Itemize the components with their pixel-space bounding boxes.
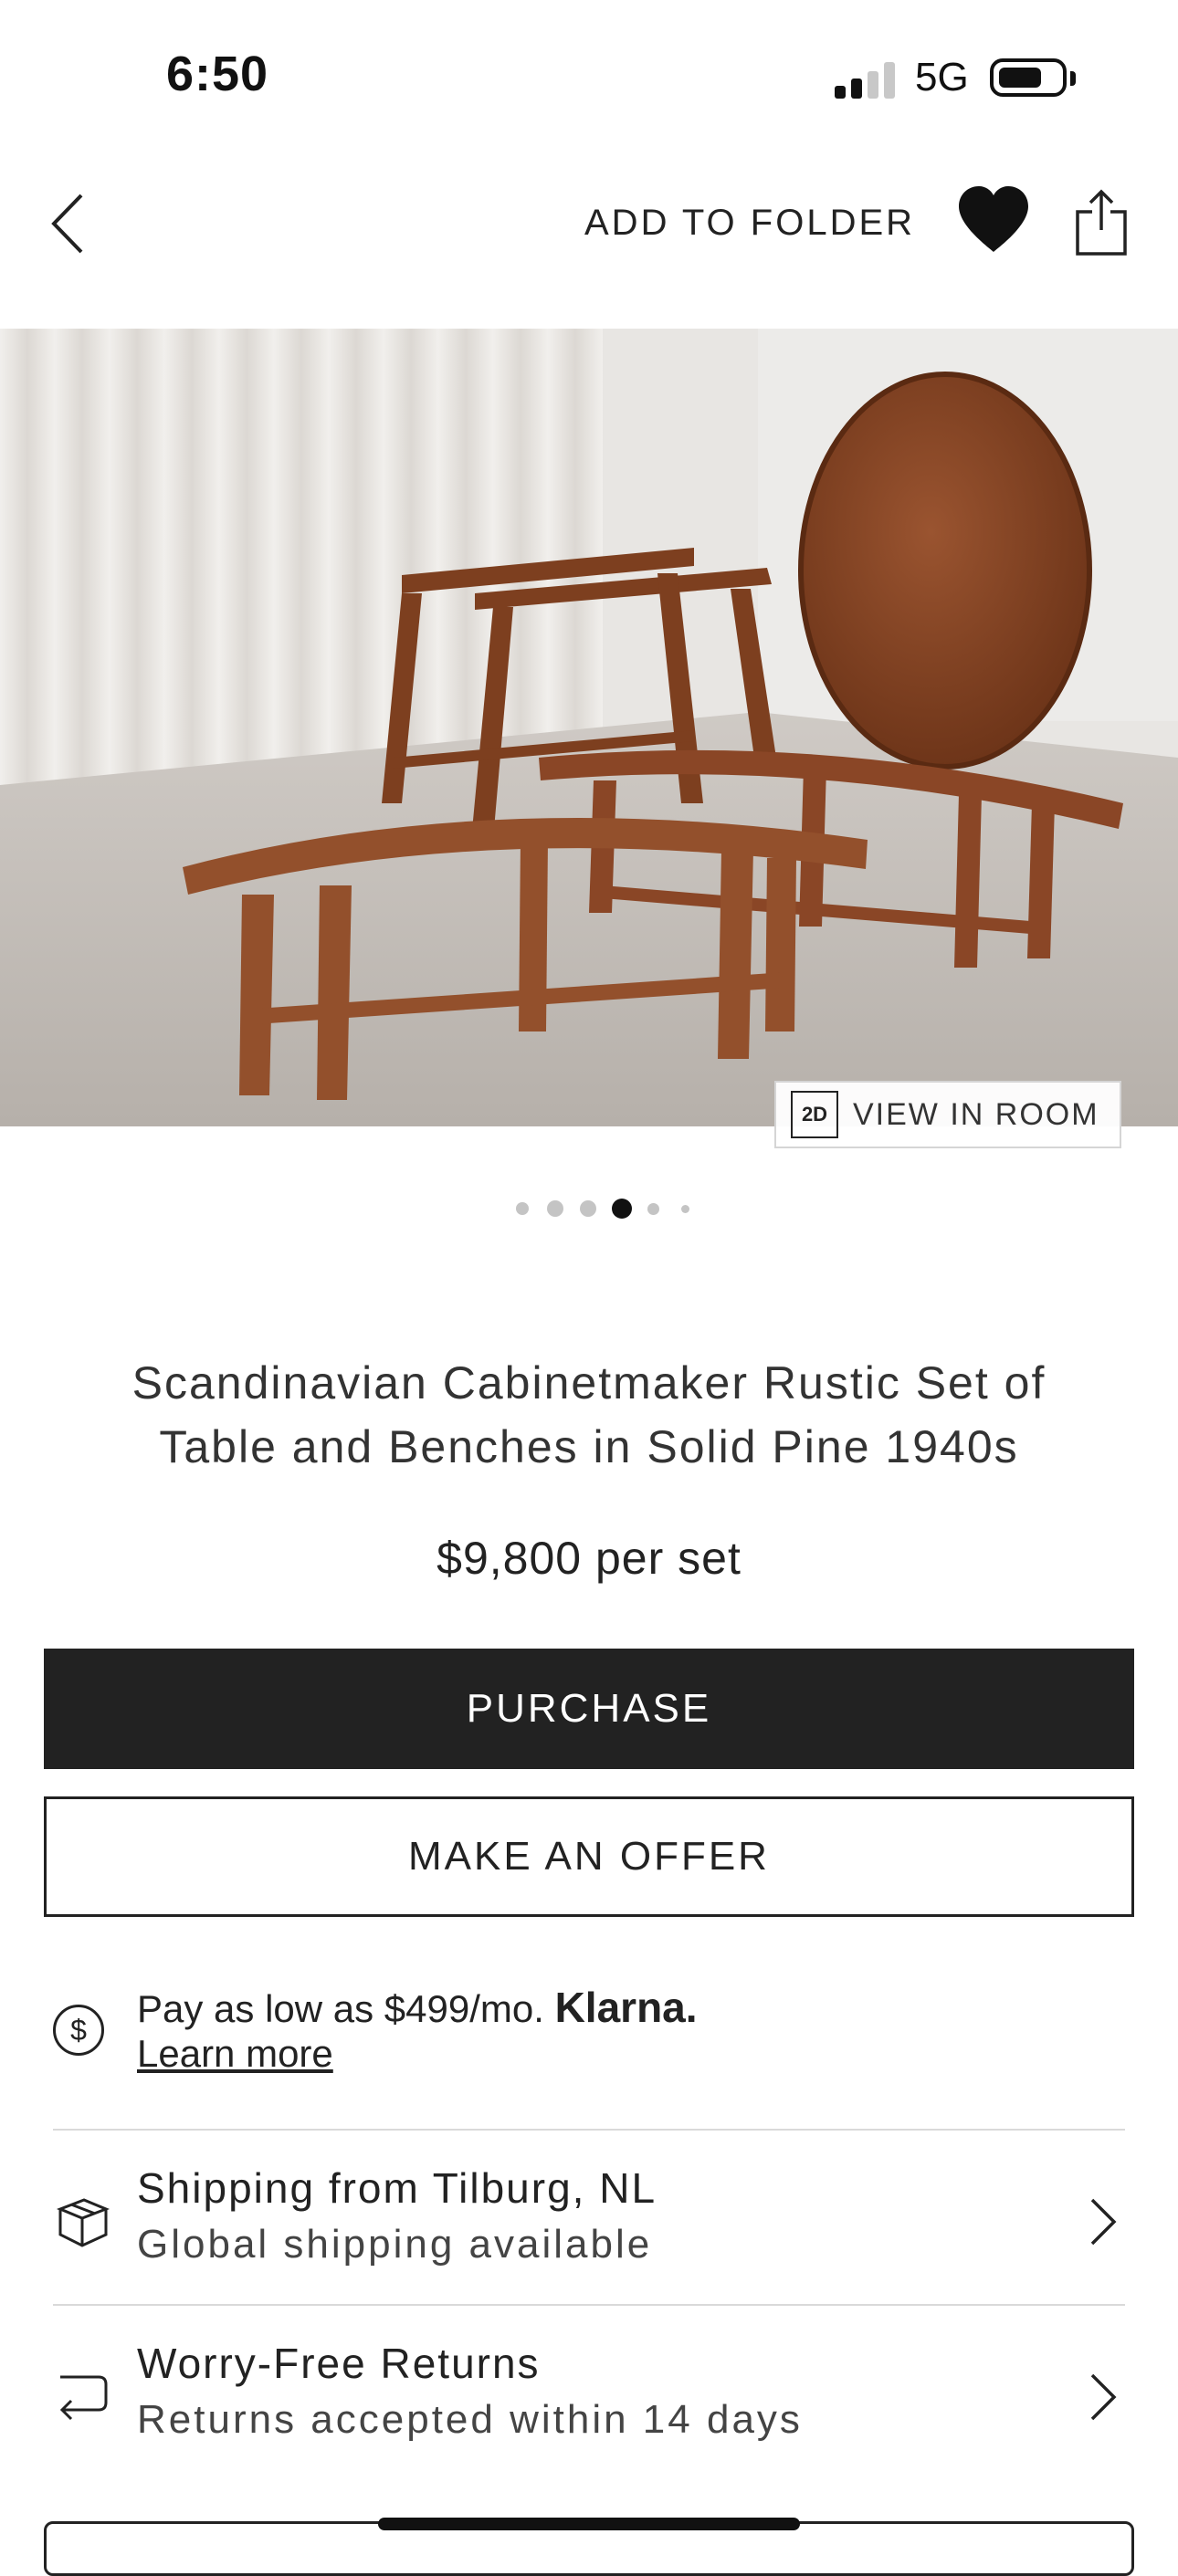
learn-more-link[interactable]: Learn more — [137, 2032, 333, 2076]
heart-icon — [959, 186, 1028, 252]
klarna-logo: Klarna. — [554, 1984, 698, 2031]
financing-copy: Pay as low as $499/mo. — [137, 1987, 555, 2030]
share-button[interactable] — [1074, 188, 1129, 257]
carousel-dot[interactable] — [516, 1202, 529, 1215]
view-in-room-button[interactable]: 2D VIEW IN ROOM — [774, 1081, 1121, 1148]
product-image[interactable] — [0, 329, 1178, 1126]
returns-title: Worry-Free Returns — [137, 2340, 541, 2387]
make-offer-button[interactable]: MAKE AN OFFER — [44, 1796, 1134, 1917]
add-to-folder-button[interactable]: ADD TO FOLDER — [584, 203, 915, 244]
chevron-left-icon — [51, 194, 83, 254]
dollar-circle-icon: $ — [53, 2005, 104, 2056]
product-photo-illustration — [0, 329, 1178, 1126]
shipping-row[interactable]: Shipping from Tilburg, NL Global shippin… — [0, 2131, 1178, 2304]
returns-row[interactable]: Worry-Free Returns Returns accepted with… — [0, 2306, 1178, 2479]
package-icon — [56, 2198, 110, 2247]
carousel-dot[interactable] — [647, 1203, 659, 1215]
financing-text: Pay as low as $499/mo. Klarna. — [137, 1983, 698, 2032]
carousel-dot[interactable] — [681, 1205, 689, 1213]
chevron-right-icon — [1090, 2373, 1117, 2421]
home-indicator[interactable] — [378, 2518, 800, 2530]
carousel-dot-active[interactable] — [612, 1199, 632, 1219]
shipping-subtitle: Global shipping available — [137, 2222, 653, 2267]
chevron-right-icon — [1090, 2198, 1117, 2246]
returns-subtitle: Returns accepted within 14 days — [137, 2397, 803, 2442]
battery-nub — [1070, 71, 1076, 86]
view-in-room-label: VIEW IN ROOM — [853, 1096, 1099, 1132]
back-button[interactable] — [37, 183, 100, 265]
carousel-dot[interactable] — [547, 1200, 563, 1217]
carousel-dot[interactable] — [580, 1200, 596, 1217]
purchase-button[interactable]: PURCHASE — [44, 1649, 1134, 1769]
product-title: Scandinavian Cabinetmaker Rustic Set of … — [55, 1351, 1123, 1479]
view-in-room-badge: 2D — [801, 1103, 828, 1126]
status-time: 6:50 — [166, 47, 269, 101]
share-icon — [1076, 189, 1127, 256]
shipping-title: Shipping from Tilburg, NL — [137, 2164, 657, 2212]
favorite-button[interactable] — [955, 183, 1032, 259]
product-price: $9,800 per set — [436, 1533, 742, 1584]
2d-view-icon: 2D — [791, 1091, 838, 1138]
product-title-line: Scandinavian Cabinetmaker Rustic Set of — [131, 1357, 1047, 1408]
signal-icon — [835, 60, 897, 99]
network-label: 5G — [915, 55, 969, 99]
carousel-indicator — [511, 1196, 694, 1219]
product-title-line: Table and Benches in Solid Pine 1940s — [159, 1421, 1019, 1472]
return-arrow-icon — [59, 2375, 108, 2421]
battery-icon — [990, 58, 1067, 97]
